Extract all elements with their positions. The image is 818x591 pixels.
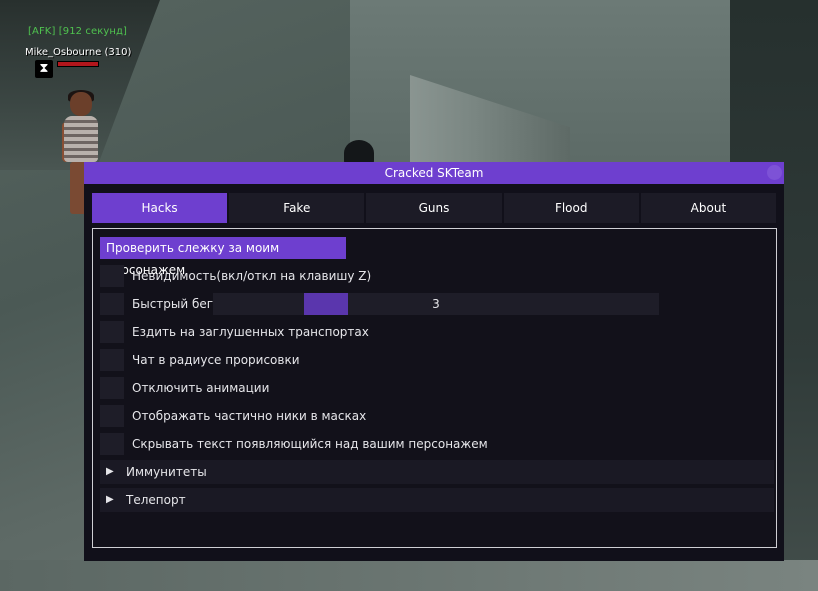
tab-about[interactable]: About [640,193,777,223]
invisibility-checkbox[interactable] [100,265,124,287]
disable-animations-checkbox[interactable] [100,377,124,399]
chat-radius-label: Чат в радиусе прорисовки [132,353,300,367]
cheat-menu-window: Cracked SKTeam x Hacks Fake Guns Flood A… [84,162,784,561]
section-teleport[interactable]: ▶ Телепорт [100,488,774,512]
hide-text-checkbox[interactable] [100,433,124,455]
tab-hacks[interactable]: Hacks [92,193,228,223]
run-speed-slider[interactable]: 3 [213,293,659,315]
hacks-panel: Проверить слежку за моим персонажем Неви… [92,228,777,548]
fast-run-label: Быстрый бег [132,297,214,311]
drive-off-vehicles-label: Ездить на заглушенных транспортах [132,325,369,339]
invisibility-label: Невидимость(вкл/откл на клавишу Z) [132,269,372,283]
check-tracking-button[interactable]: Проверить слежку за моим персонажем [100,237,346,277]
tab-flood[interactable]: Flood [503,193,639,223]
close-icon[interactable]: x [767,165,782,180]
health-bar [57,61,99,67]
afk-status-text: [AFK] [912 секунд] [28,26,128,37]
run-speed-value: 3 [432,297,440,311]
window-titlebar[interactable]: Cracked SKTeam x [84,162,784,184]
drive-off-vehicles-checkbox[interactable] [100,321,124,343]
hourglass-icon: ⧗ [35,60,53,78]
tab-bar: Hacks Fake Guns Flood About [92,193,777,223]
mask-nicks-checkbox[interactable] [100,405,124,427]
tab-fake[interactable]: Fake [229,193,365,223]
ground-bottom [0,560,818,591]
triangle-right-icon: ▶ [106,466,114,477]
triangle-right-icon: ▶ [106,494,114,505]
player-nametag: Mike_Osbourne (310) [25,47,132,58]
section-immunities[interactable]: ▶ Иммунитеты [100,460,774,484]
fast-run-checkbox[interactable] [100,293,124,315]
mask-nicks-label: Отображать частично ники в масках [132,409,367,423]
section-immunities-label: Иммунитеты [126,465,207,479]
chat-radius-checkbox[interactable] [100,349,124,371]
tab-guns[interactable]: Guns [366,193,502,223]
window-title: Cracked SKTeam [384,166,484,180]
section-teleport-label: Телепорт [126,493,186,507]
disable-animations-label: Отключить анимации [132,381,270,395]
hide-text-label: Скрывать текст появляющийся над вашим пе… [132,437,488,451]
